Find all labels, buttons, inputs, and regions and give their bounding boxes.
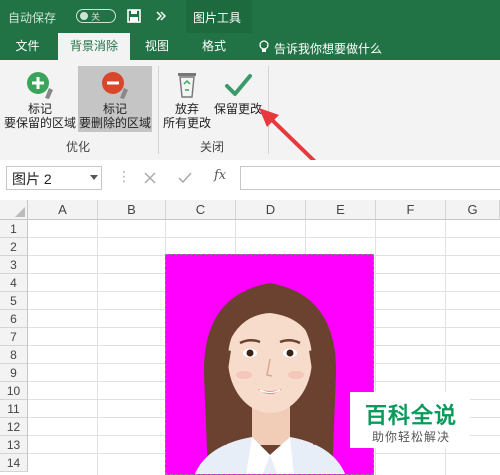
plus-pencil-icon [27,72,53,99]
row-header-9[interactable]: 9 [0,364,28,382]
group-label-close: 关闭 [199,140,224,154]
row-header-10[interactable]: 10 [0,382,28,400]
mark-keep-button[interactable]: 标记 要保留的区域 [4,66,76,132]
more-icon[interactable] [156,11,166,21]
column-header-c[interactable]: C [166,200,236,220]
watermark-subtitle: 助你轻松解决 [372,430,451,444]
group-separator [158,66,159,154]
save-icon[interactable] [127,9,141,23]
row-header-1[interactable]: 1 [0,220,28,238]
discard-all-changes-button[interactable]: 放弃 所有更改 [162,66,212,132]
minus-pencil-icon [102,72,128,99]
gridline [97,220,98,475]
picture-tools-label: 图片工具 [193,11,242,25]
autosave-toggle[interactable]: 关 [76,9,116,23]
row-header-7[interactable]: 7 [0,328,28,346]
autosave-state: 关 [91,11,101,22]
mark-keep-line2: 要保留的区域 [4,116,77,130]
watermark-title: 百科全说 [365,403,458,428]
gridline [28,237,500,238]
column-header-f[interactable]: F [376,200,446,220]
checkmark-icon [225,74,252,96]
autosave-label: 自动保存 [8,11,57,25]
insert-function-icon[interactable]: fx [214,168,226,183]
select-all-corner[interactable] [0,200,28,220]
tab-format[interactable]: 格式 [190,33,238,60]
discard-line1: 放弃 [174,102,199,116]
row-header-14[interactable]: 14 [0,454,28,472]
row-header-6[interactable]: 6 [0,310,28,328]
column-header-b[interactable]: B [98,200,166,220]
column-header-g[interactable]: G [446,200,500,220]
group-label-refine: 优化 [65,140,90,154]
tell-me-search[interactable]: 告诉我你想要做什么 [274,40,382,57]
tab-view[interactable]: 视图 [133,33,181,60]
lightbulb-icon [259,40,269,52]
column-header-e[interactable]: E [306,200,376,220]
cancel-icon[interactable] [144,172,156,184]
vertical-dots-icon: ⋮ [117,168,131,184]
row-header-5[interactable]: 5 [0,292,28,310]
row-header-2[interactable]: 2 [0,238,28,256]
row-header-3[interactable]: 3 [0,256,28,274]
row-header-11[interactable]: 11 [0,400,28,418]
name-box-value: 图片 2 [12,171,52,187]
portrait-picture[interactable] [165,254,374,475]
formula-input[interactable] [240,166,500,190]
row-header-4[interactable]: 4 [0,274,28,292]
tab-file[interactable]: 文件 [0,33,55,60]
row-header-8[interactable]: 8 [0,346,28,364]
recycle-bin-icon [178,73,196,98]
mark-keep-line1: 标记 [27,102,52,116]
portrait-illustration [194,283,346,474]
mark-remove-line1: 标记 [102,102,127,116]
enter-check-icon[interactable] [178,172,192,184]
column-header-d[interactable]: D [236,200,306,220]
chevron-down-icon[interactable] [90,175,98,181]
tab-background-removal[interactable]: 背景消除 [58,33,130,60]
mark-remove-line2: 要删除的区域 [78,116,151,130]
corner-triangle-icon [15,207,25,217]
column-header-a[interactable]: A [28,200,98,220]
row-header-12[interactable]: 12 [0,418,28,436]
toggle-knob [80,12,88,20]
discard-line2: 所有更改 [162,116,211,130]
mark-remove-button[interactable]: 标记 要删除的区域 [78,66,152,132]
row-header-13[interactable]: 13 [0,436,28,454]
